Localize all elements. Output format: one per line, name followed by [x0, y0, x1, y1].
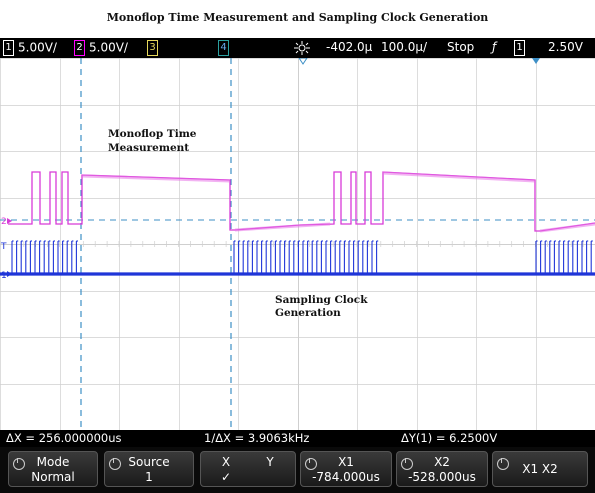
- ch1-scale-status[interactable]: 1 5.00V/: [3, 40, 57, 56]
- x1x2-label: X1 X2: [522, 462, 558, 476]
- x2-softkey[interactable]: X2 -528.000us: [396, 451, 488, 487]
- clock-annotation-line1: Sampling Clock: [275, 294, 368, 306]
- ch3-status[interactable]: 3: [147, 40, 162, 56]
- waveform-display[interactable]: 2 T 1 Monoflop Time Measurement Sampling…: [0, 57, 595, 431]
- ch2-ground-marker: 2: [1, 217, 12, 227]
- trigger-channel: 1: [514, 40, 525, 56]
- trigger-slope-icon[interactable]: ƒ: [492, 40, 496, 54]
- ch4-status[interactable]: 4: [218, 40, 233, 56]
- mode-softkey[interactable]: Mode Normal: [8, 451, 98, 487]
- x1-softkey[interactable]: X1 -784.000us: [300, 451, 392, 487]
- oscilloscope-window: Monoflop Time Measurement and Sampling C…: [0, 0, 595, 493]
- trigger-position-marker: [532, 58, 540, 64]
- ch3-number: 3: [147, 40, 158, 56]
- trigger-level[interactable]: 2.50V: [548, 40, 583, 54]
- monoflop-annotation-line2: Measurement: [108, 142, 189, 154]
- trigger-delay[interactable]: -402.0µ: [326, 40, 372, 54]
- inverse-delta-x-readout: 1/ΔX = 3.9063kHz: [204, 431, 310, 445]
- softkey-bar: Mode Normal Source 1 X Y ✓ X1 -784.000us…: [0, 447, 595, 493]
- x1-value: -784.000us: [312, 470, 380, 484]
- x1x2-softkey[interactable]: X1 X2: [492, 451, 588, 487]
- title-bar: Monoflop Time Measurement and Sampling C…: [0, 0, 595, 38]
- status-bar: 1 5.00V/ 2 5.00V/ 3 4 -402.0µ 100.0µ/ Stop…: [0, 38, 595, 58]
- x2-label: X2: [434, 455, 450, 469]
- ch1-scale: 5.00V/: [18, 40, 57, 55]
- mode-value: Normal: [31, 470, 75, 484]
- ch2-marker-label: 2: [1, 217, 7, 227]
- ch1-number: 1: [3, 40, 14, 56]
- run-state[interactable]: Stop: [447, 40, 474, 54]
- xy-softkey[interactable]: X Y ✓: [200, 451, 296, 487]
- xy-check-icon: ✓: [220, 470, 232, 484]
- cursor-readout-bar: ΔX = 256.000000us 1/ΔX = 3.9063kHz ΔY(1)…: [0, 430, 595, 447]
- x2-value: -528.000us: [408, 470, 476, 484]
- timebase-scale[interactable]: 100.0µ/: [381, 40, 427, 54]
- trigger-source[interactable]: 1: [514, 40, 529, 56]
- ch1-marker-label: 1: [1, 271, 7, 281]
- ch2-scale-status[interactable]: 2 5.00V/: [74, 40, 128, 56]
- ch2-number: 2: [74, 40, 85, 56]
- ch4-number: 4: [218, 40, 229, 56]
- graticule: [0, 58, 595, 431]
- delta-x-readout: ΔX = 256.000000us: [6, 431, 122, 445]
- x1-label: X1: [338, 455, 354, 469]
- trigger-level-marker: T: [0, 242, 7, 252]
- delta-y-readout: ΔY(1) = 6.2500V: [401, 431, 498, 445]
- page-title: Monoflop Time Measurement and Sampling C…: [106, 11, 489, 24]
- ch2-trace-noise: [81, 171, 595, 233]
- mode-label: Mode: [36, 455, 70, 469]
- ch2-scale: 5.00V/: [89, 40, 128, 55]
- trig-marker-label: T: [0, 242, 7, 252]
- monoflop-annotation-line1: Monoflop Time: [108, 128, 197, 140]
- trigger-position-icon[interactable]: [292, 40, 312, 56]
- delay-reference-marker: [298, 57, 308, 65]
- clock-annotation-line2: Generation: [275, 307, 341, 319]
